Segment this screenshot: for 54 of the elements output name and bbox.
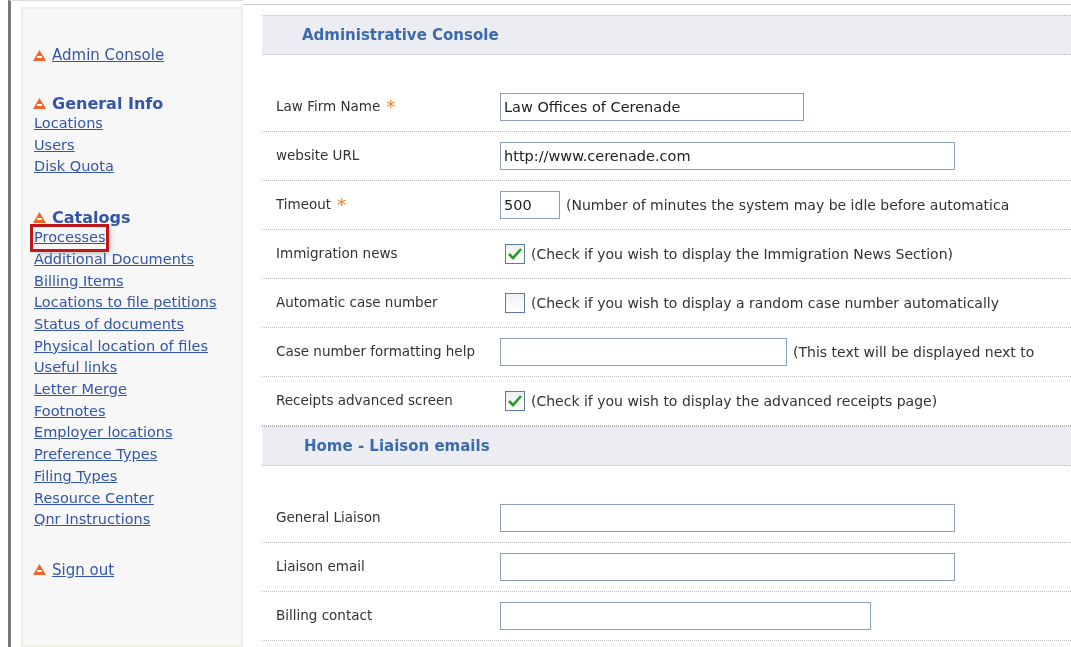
hint-text: (Number of minutes the system may be idle before automatica (566, 197, 1010, 213)
field-label: Timeout (276, 195, 332, 215)
hint-text: (This text will be displayed next to (793, 344, 1035, 360)
nav-link[interactable]: Qnr Instructions (33, 509, 152, 531)
nav-link[interactable]: Filing Types (33, 465, 119, 488)
nav-link[interactable]: Locations to file petitions (33, 292, 218, 314)
field-label: General Liaison (276, 508, 381, 528)
input-field[interactable] (500, 338, 787, 366)
nav-link[interactable]: Useful links (33, 357, 119, 380)
required-mark: * (386, 94, 396, 119)
nav-heading: General Info (52, 94, 164, 113)
warning-icon (33, 564, 46, 576)
checkbox[interactable] (505, 293, 525, 313)
checkbox[interactable] (505, 391, 525, 411)
nav-link[interactable]: Processes (33, 227, 107, 249)
nav-link[interactable]: Footnotes (33, 400, 107, 423)
input-field[interactable]: Law Offices of Cerenade (500, 93, 804, 121)
nav-link[interactable]: Disk Quota (33, 156, 115, 179)
nav-link[interactable]: Employer locations (33, 422, 174, 445)
nav-link[interactable]: Admin Console (52, 46, 165, 64)
field-label: Receipts advanced screen (276, 391, 453, 411)
field-label: Automatic case number (276, 293, 438, 313)
input-field[interactable] (500, 553, 955, 581)
required-mark: * (337, 192, 347, 217)
input-field[interactable] (500, 602, 871, 630)
field-label: Billing contact (276, 606, 373, 626)
section-header: Home - Liaison emails (262, 426, 1071, 466)
nav-link[interactable]: Billing Items (33, 270, 125, 293)
nav-link[interactable]: Sign out (52, 560, 115, 579)
nav-link[interactable]: Physical location of files (33, 335, 209, 358)
checkbox[interactable] (505, 244, 525, 264)
nav-link[interactable]: Resource Center (33, 487, 155, 510)
nav-link[interactable]: Users (33, 134, 76, 157)
field-label: Liaison email (276, 557, 365, 577)
hint-text: (Check if you wish to display a random case number automatically (531, 295, 999, 311)
warning-icon (33, 49, 46, 61)
section-header: Administrative Console (262, 15, 1071, 55)
nav-link[interactable]: Locations (33, 113, 104, 135)
field-label: Immigration news (276, 244, 398, 264)
hint-text: (Check if you wish to display the Immigration News Section) (531, 246, 953, 262)
nav-heading: Catalogs (52, 208, 131, 228)
input-field[interactable] (500, 504, 955, 532)
hint-text: (Check if you wish to display the advanced receipts page) (531, 393, 938, 409)
nav-link[interactable]: Additional Documents (33, 248, 196, 271)
warning-icon (33, 212, 46, 224)
nav-link[interactable]: Preference Types (33, 444, 159, 466)
field-label: Case number formatting help (276, 342, 475, 362)
input-field[interactable]: http://www.cerenade.com (500, 142, 955, 170)
field-label: Law Firm Name (276, 97, 381, 117)
warning-icon (33, 98, 46, 109)
nav-link[interactable]: Status of documents (33, 313, 186, 336)
input-field[interactable]: 500 (500, 191, 560, 219)
nav-link[interactable]: Letter Merge (33, 379, 128, 401)
field-label: website URL (276, 146, 360, 166)
